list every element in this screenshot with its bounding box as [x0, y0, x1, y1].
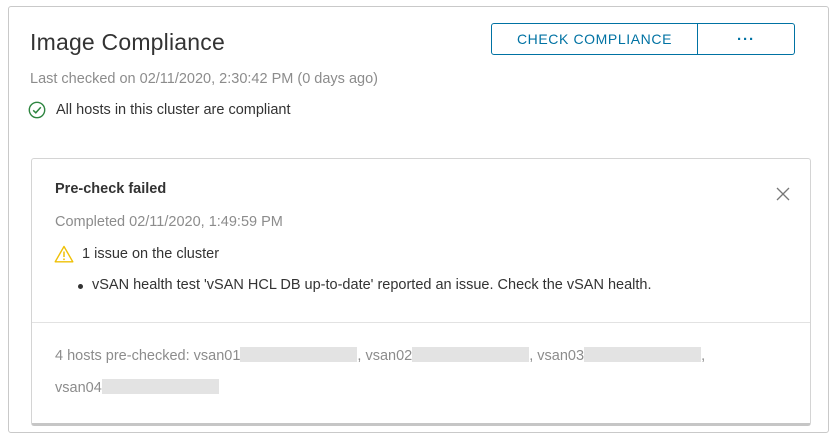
redacted-block — [584, 347, 702, 362]
hosts-prefix: 4 hosts pre-checked: — [55, 348, 194, 364]
redacted-block — [240, 347, 358, 362]
hosts-prechecked: 4 hosts pre-checked: vsan01, vsan02, vsa… — [55, 340, 795, 404]
card-title: Image Compliance — [30, 29, 225, 55]
issue-text: vSAN health test 'vSAN HCL DB up-to-date… — [92, 277, 652, 293]
redacted-block — [101, 379, 219, 394]
issue-summary-label: 1 issue on the cluster — [82, 246, 220, 262]
warning-icon — [54, 245, 74, 263]
check-compliance-button[interactable]: CHECK COMPLIANCE — [491, 23, 698, 55]
precheck-alert-card: Pre-check failed Completed 02/11/2020, 1… — [31, 158, 811, 426]
compliance-status: All hosts in this cluster are compliant — [28, 101, 291, 119]
issue-list-item: vSAN health test 'vSAN HCL DB up-to-date… — [78, 277, 652, 293]
redacted-block — [412, 347, 530, 362]
host-name: vsan03 — [537, 348, 585, 364]
compliance-button-group: CHECK COMPLIANCE ··· — [491, 23, 795, 55]
issue-summary: 1 issue on the cluster — [54, 245, 219, 263]
host-name: vsan02 — [365, 348, 413, 364]
check-circle-icon — [28, 101, 46, 119]
close-icon[interactable] — [776, 187, 790, 201]
host-name: vsan04 — [55, 380, 102, 396]
divider — [32, 322, 810, 323]
last-checked-text: Last checked on 02/11/2020, 2:30:42 PM (… — [30, 71, 378, 87]
precheck-title: Pre-check failed — [55, 181, 167, 197]
precheck-completed-time: Completed 02/11/2020, 1:49:59 PM — [55, 214, 283, 230]
host-name: vsan01 — [193, 348, 241, 364]
compliance-status-label: All hosts in this cluster are compliant — [56, 102, 291, 118]
host-separator: , — [701, 348, 706, 364]
bullet-icon — [78, 284, 83, 289]
image-compliance-card: Image Compliance CHECK COMPLIANCE ··· La… — [8, 6, 829, 433]
more-actions-button[interactable]: ··· — [698, 23, 795, 55]
